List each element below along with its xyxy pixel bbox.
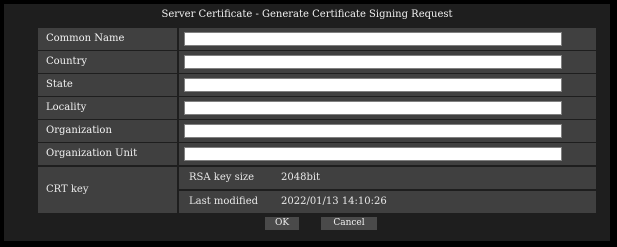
- country-label: Country: [38, 51, 177, 73]
- locality-label: Locality: [38, 97, 177, 119]
- ok-button[interactable]: OK: [265, 217, 299, 230]
- organization-unit-row: Organization Unit: [38, 143, 596, 165]
- common-name-row: Common Name: [38, 28, 596, 50]
- locality-row: Locality: [38, 97, 596, 119]
- state-label: State: [38, 74, 177, 96]
- common-name-input[interactable]: [184, 32, 562, 46]
- rsa-key-size-label: RSA key size: [189, 172, 255, 183]
- common-name-cell: [179, 28, 596, 50]
- organization-unit-cell: [179, 143, 596, 165]
- country-input[interactable]: [184, 55, 562, 69]
- last-modified-value: 2022/01/13 14:10:26: [281, 196, 387, 207]
- state-cell: [179, 74, 596, 96]
- organization-label: Organization: [38, 120, 177, 142]
- country-row: Country: [38, 51, 596, 73]
- organization-input[interactable]: [184, 124, 562, 138]
- rsa-key-size-value: 2048bit: [281, 172, 321, 183]
- state-input[interactable]: [184, 78, 562, 92]
- crt-key-label: CRT key: [38, 167, 177, 213]
- last-modified-row: Last modified 2022/01/13 14:10:26: [179, 191, 596, 213]
- organization-cell: [179, 120, 596, 142]
- country-cell: [179, 51, 596, 73]
- organization-unit-input[interactable]: [184, 147, 562, 161]
- locality-input[interactable]: [184, 101, 562, 115]
- dialog-title: Server Certificate - Generate Certificat…: [161, 9, 453, 20]
- organization-unit-label: Organization Unit: [38, 143, 177, 165]
- state-row: State: [38, 74, 596, 96]
- cancel-button[interactable]: Cancel: [321, 217, 377, 230]
- organization-row: Organization: [38, 120, 596, 142]
- last-modified-label: Last modified: [189, 196, 259, 207]
- locality-cell: [179, 97, 596, 119]
- common-name-label: Common Name: [38, 28, 177, 50]
- rsa-key-size-row: RSA key size 2048bit: [179, 167, 596, 189]
